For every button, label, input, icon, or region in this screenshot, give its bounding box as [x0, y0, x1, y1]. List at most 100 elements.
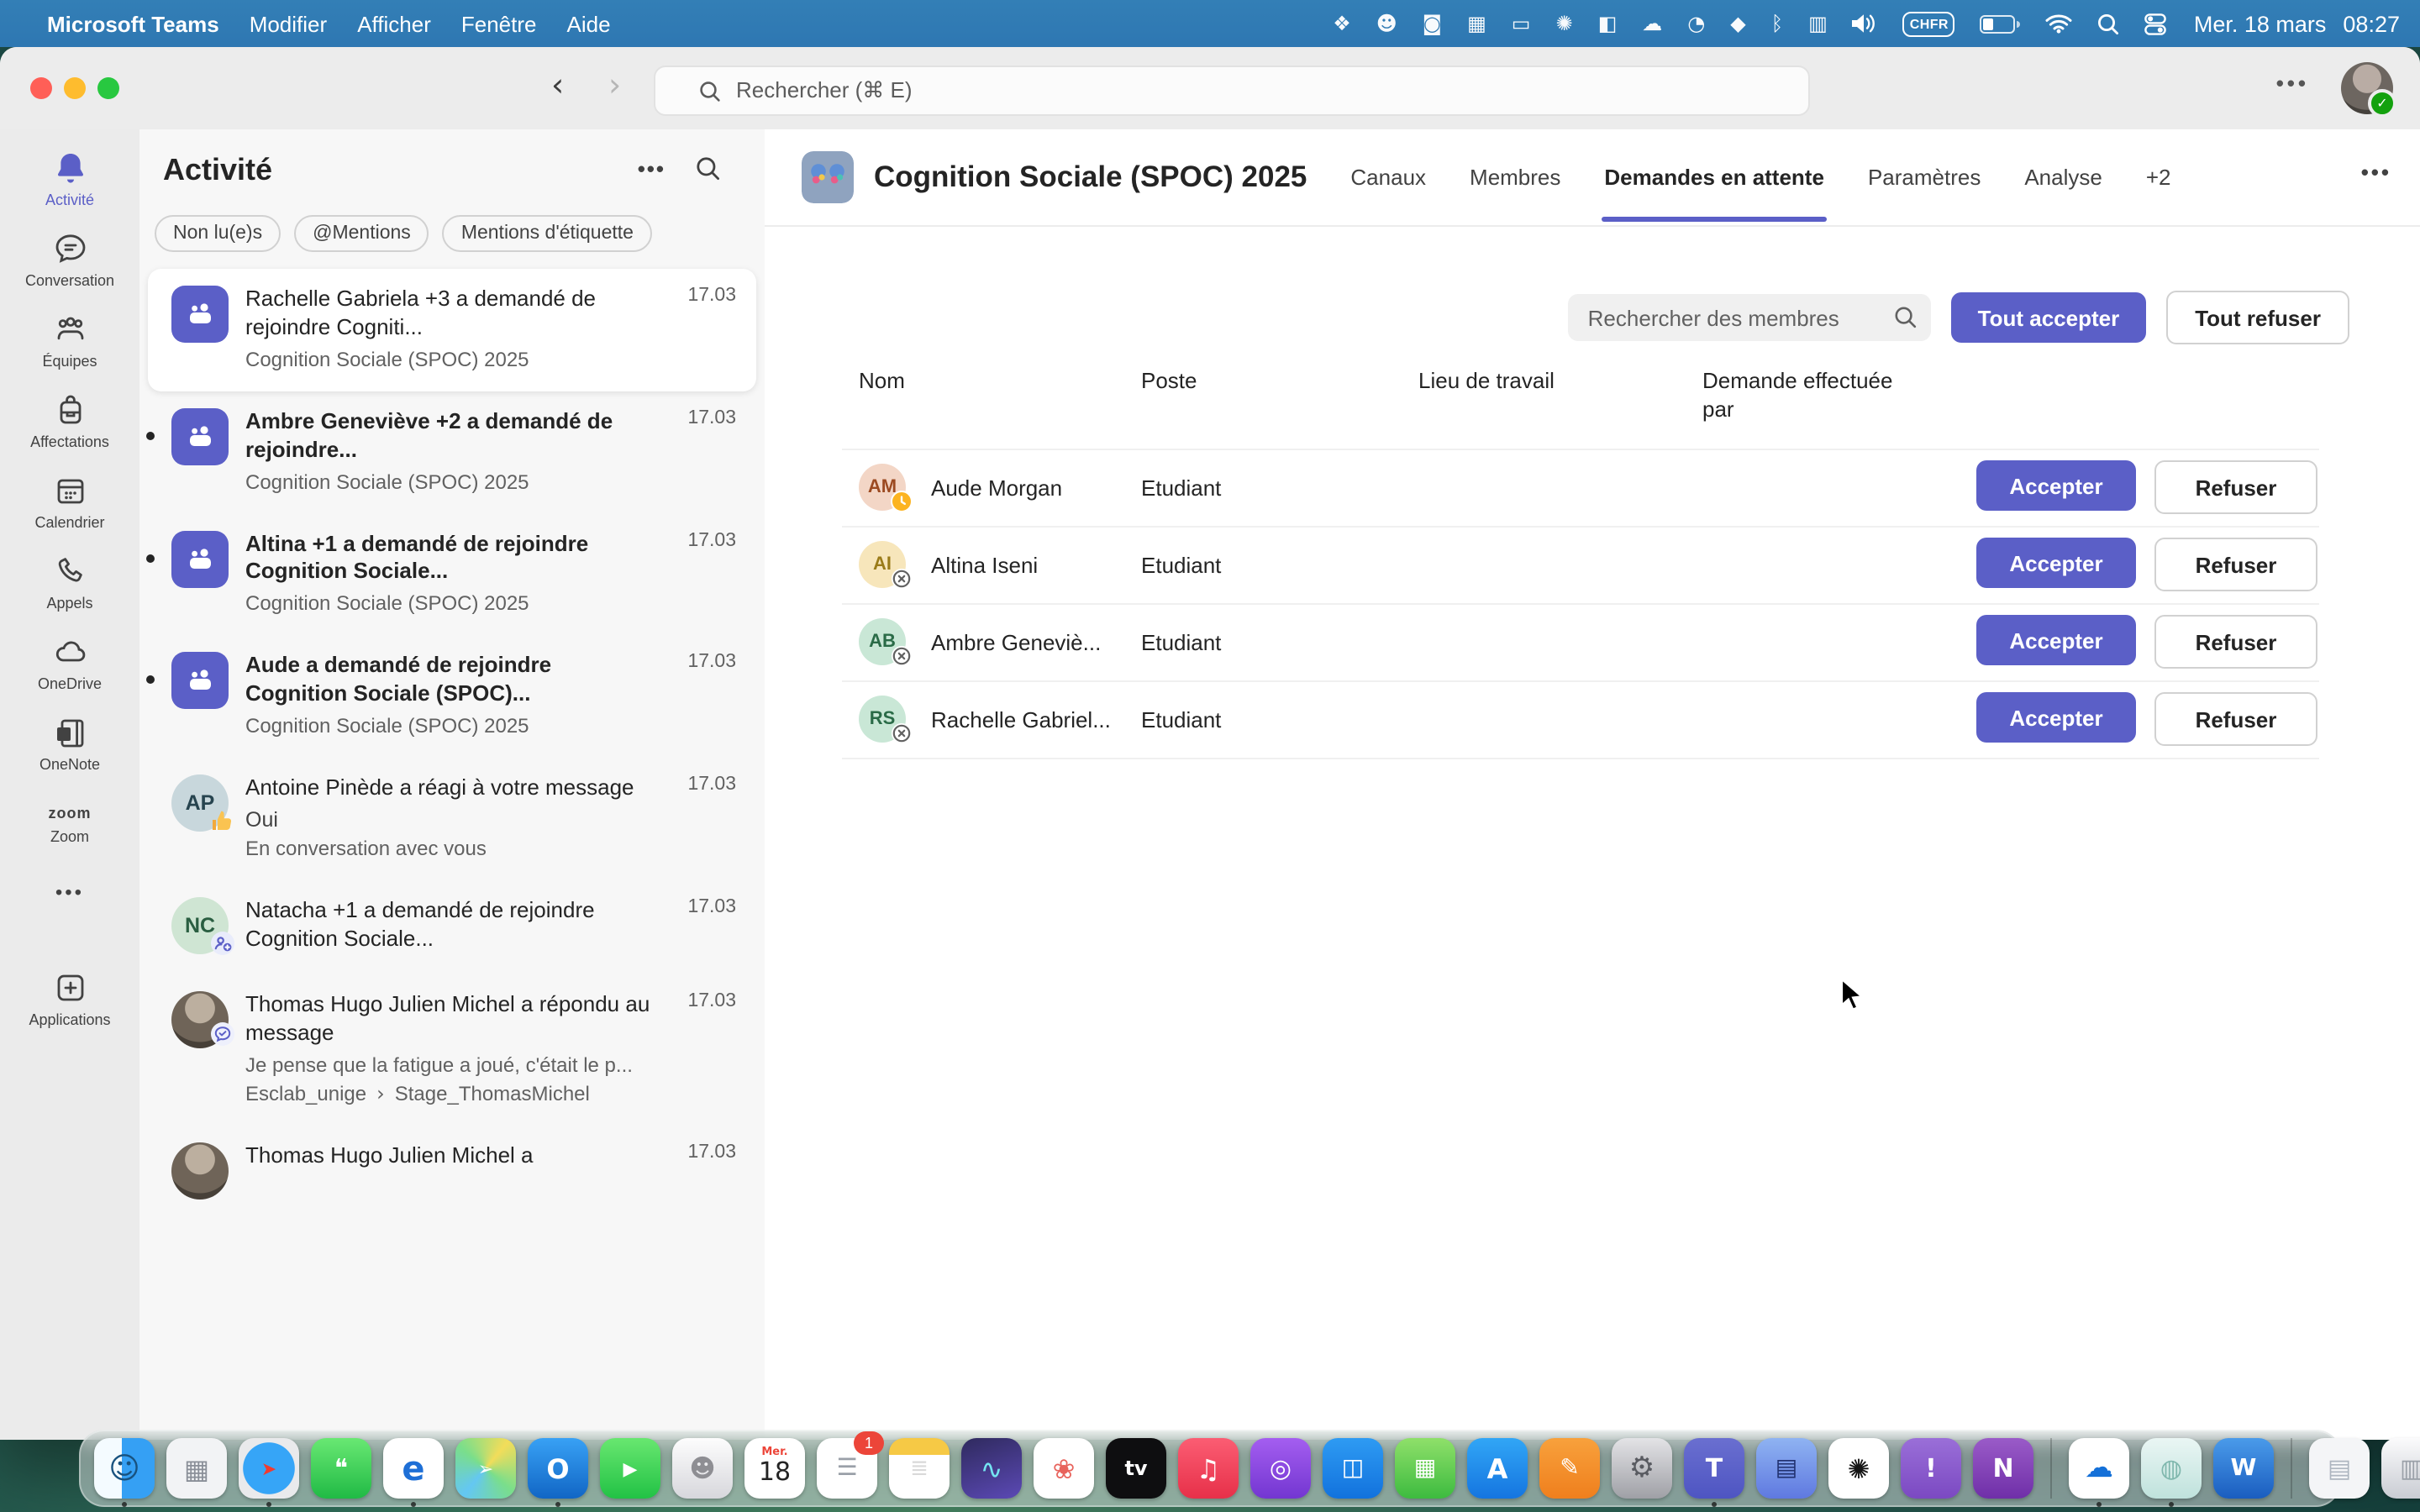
volume-icon[interactable] — [1853, 13, 1878, 34]
share-bubble-icon[interactable]: ◆ — [1730, 12, 1745, 35]
refuse-button[interactable]: Refuser — [2154, 693, 2317, 747]
menu-fenetre[interactable]: Fenêtre — [461, 11, 537, 36]
accept-button[interactable]: Accepter — [1976, 616, 2136, 666]
sidebar-item-activity[interactable]: Activité — [0, 150, 139, 208]
cloud-app-icon[interactable]: ☁ — [1642, 12, 1662, 35]
menu-aide[interactable]: Aide — [567, 11, 611, 36]
app-store-dock-icon[interactable]: A — [1467, 1438, 1528, 1499]
menu-modifier[interactable]: Modifier — [250, 11, 328, 36]
accept-button[interactable]: Accepter — [1976, 693, 2136, 743]
safari-dock-icon[interactable]: ➤ — [239, 1438, 299, 1499]
messages-dock-icon[interactable]: ❝ — [311, 1438, 371, 1499]
remote-keypad-dock-icon[interactable]: ▤ — [1756, 1438, 1817, 1499]
reminders-dock-icon[interactable]: ☰ 1 — [817, 1438, 877, 1499]
activity-more-button[interactable]: ••• — [638, 156, 666, 181]
control-center-icon[interactable] — [2145, 13, 2167, 34]
filter-mentions[interactable]: @Mentions — [294, 215, 429, 252]
tab-demandes-en-attente[interactable]: Demandes en attente — [1604, 133, 1824, 222]
freeform-wave-dock-icon[interactable]: ∿ — [961, 1438, 1022, 1499]
filter-tag-mentions[interactable]: Mentions d'étiquette — [443, 215, 652, 252]
timer-icon[interactable]: ◔ — [1687, 12, 1705, 35]
team-more-options-button[interactable]: ••• — [2361, 160, 2391, 185]
accept-all-button[interactable]: Tout accepter — [1951, 292, 2147, 343]
chatgpt-icon[interactable]: ✺ — [1555, 12, 1572, 35]
activity-item[interactable]: Rachelle Gabriela +3 a demandé de rejoin… — [148, 269, 756, 391]
tab-overflow-count[interactable]: +2 — [2146, 133, 2171, 222]
activity-item[interactable]: Altina +1 a demandé de rejoindre Cogniti… — [148, 513, 756, 636]
activity-item[interactable]: Thomas Hugo Julien Michel a répondu au m… — [148, 974, 756, 1126]
battery-icon[interactable] — [1981, 14, 2021, 33]
refuse-button[interactable]: Refuser — [2154, 538, 2317, 592]
stamp-icon[interactable]: ◙ — [1423, 12, 1442, 35]
tab-membres[interactable]: Membres — [1470, 133, 1560, 222]
settings-dock-icon[interactable]: ⚙ — [1612, 1438, 1672, 1499]
user-avatar[interactable]: ✓ — [2341, 62, 2393, 114]
sidebar-item-onedrive[interactable]: OneDrive — [0, 633, 139, 692]
activity-search-button[interactable] — [696, 156, 721, 181]
podcasts-dock-icon[interactable]: ◎ — [1250, 1438, 1311, 1499]
mindnode-dock-icon[interactable]: ◍ — [2141, 1438, 2202, 1499]
bluetooth-icon[interactable]: ᛒ — [1771, 12, 1783, 35]
notes-dock-icon[interactable]: ≣ — [889, 1438, 950, 1499]
sidebar-item-zoom[interactable]: zoom Zoom — [0, 795, 139, 845]
activity-item[interactable]: Thomas Hugo Julien Michel a 17.03 — [148, 1126, 756, 1220]
input-source-badge[interactable]: CHFR — [1903, 11, 1955, 36]
sidebar-item-onenote[interactable]: N OneNote — [0, 714, 139, 773]
warning-chat-dock-icon[interactable]: ! — [1901, 1438, 1961, 1499]
activity-item[interactable]: Aude a demandé de rejoindre Cognition So… — [148, 636, 756, 759]
back-button[interactable]: ‹ — [551, 67, 564, 104]
finder-dock-icon[interactable]: ☺ — [94, 1438, 155, 1499]
sidebar-item-apps[interactable]: Applications — [0, 969, 139, 1028]
accept-button[interactable]: Accepter — [1976, 538, 2136, 589]
tab-canaux[interactable]: Canaux — [1350, 133, 1426, 222]
activity-item[interactable]: NC Natacha +1 a demandé de rejoindre Cog… — [148, 880, 756, 974]
dropbox-icon[interactable]: ❖ — [1333, 12, 1351, 35]
edge-dock-icon[interactable]: e — [383, 1438, 444, 1499]
refuse-button[interactable]: Refuser — [2154, 616, 2317, 669]
maps-dock-icon[interactable]: ➢ — [455, 1438, 516, 1499]
refuse-button[interactable]: Refuser — [2154, 461, 2317, 515]
calendar-dock-icon[interactable]: Mer. 18 — [744, 1438, 805, 1499]
spotlight-icon[interactable] — [2098, 13, 2120, 34]
launchpad-dock-icon[interactable]: ▦ — [166, 1438, 227, 1499]
chatgpt-dock-icon[interactable]: ✺ — [1828, 1438, 1889, 1499]
wifi-icon[interactable] — [2046, 13, 2073, 34]
contacts-dock-icon[interactable]: ☻ — [672, 1438, 733, 1499]
teams-presence-icon[interactable]: ☻ — [1376, 12, 1397, 35]
zoom-window-button[interactable] — [97, 77, 119, 99]
outlook-dock-icon[interactable]: O — [528, 1438, 588, 1499]
minimize-window-button[interactable] — [64, 77, 86, 99]
sidebar-item-assignments[interactable]: Affectations — [0, 391, 139, 450]
table-row[interactable]: RS Rachelle Gabriel... Etudiant — [842, 680, 2319, 759]
keypad-capsule-icon[interactable]: ▦ — [1467, 12, 1486, 35]
facetime-dock-icon[interactable]: ▶ — [600, 1438, 660, 1499]
global-search-input[interactable]: Rechercher (⌘ E) — [654, 66, 1810, 116]
sidebar-item-teams[interactable]: Équipes — [0, 311, 139, 370]
accept-button[interactable]: Accepter — [1976, 461, 2136, 512]
close-window-button[interactable] — [30, 77, 52, 99]
onenote-dock-icon[interactable]: N — [1973, 1438, 2033, 1499]
barcode-icon[interactable]: ▥ — [1808, 12, 1828, 35]
tab-analyse[interactable]: Analyse — [2024, 133, 2102, 222]
display-icon[interactable]: ▭ — [1512, 12, 1531, 35]
trash-dock-icon[interactable]: ▥ — [2381, 1438, 2420, 1499]
table-row[interactable]: AM Aude Morgan Etudiant — [842, 449, 2319, 526]
member-search-input[interactable]: Rechercher des membres — [1568, 294, 1931, 341]
menu-app-name[interactable]: Microsoft Teams — [47, 11, 219, 36]
music-dock-icon[interactable]: ♫ — [1178, 1438, 1239, 1499]
apple-tv-dock-icon[interactable]: tv — [1106, 1438, 1166, 1499]
sidebar-item-chat[interactable]: Conversation — [0, 230, 139, 289]
photos-dock-icon[interactable]: ❀ — [1034, 1438, 1094, 1499]
menu-afficher[interactable]: Afficher — [357, 11, 431, 36]
window-more-options-button[interactable]: ••• — [2276, 71, 2309, 96]
refuse-all-button[interactable]: Tout refuser — [2166, 291, 2349, 344]
downloads-document-dock-icon[interactable]: ▤ — [2309, 1438, 2370, 1499]
window-split-icon[interactable]: ◧ — [1598, 12, 1618, 35]
activity-item[interactable]: AP Antoine Pinède a réagi à votre messag… — [148, 758, 756, 880]
numbers-dock-icon[interactable]: ▦ — [1395, 1438, 1455, 1499]
word-dock-icon[interactable]: W — [2213, 1438, 2274, 1499]
tab-parametres[interactable]: Paramètres — [1868, 133, 1981, 222]
sidebar-item-calls[interactable]: Appels — [0, 553, 139, 612]
sidebar-more-apps[interactable]: ••• — [0, 867, 139, 917]
forward-button[interactable]: › — [608, 67, 621, 104]
